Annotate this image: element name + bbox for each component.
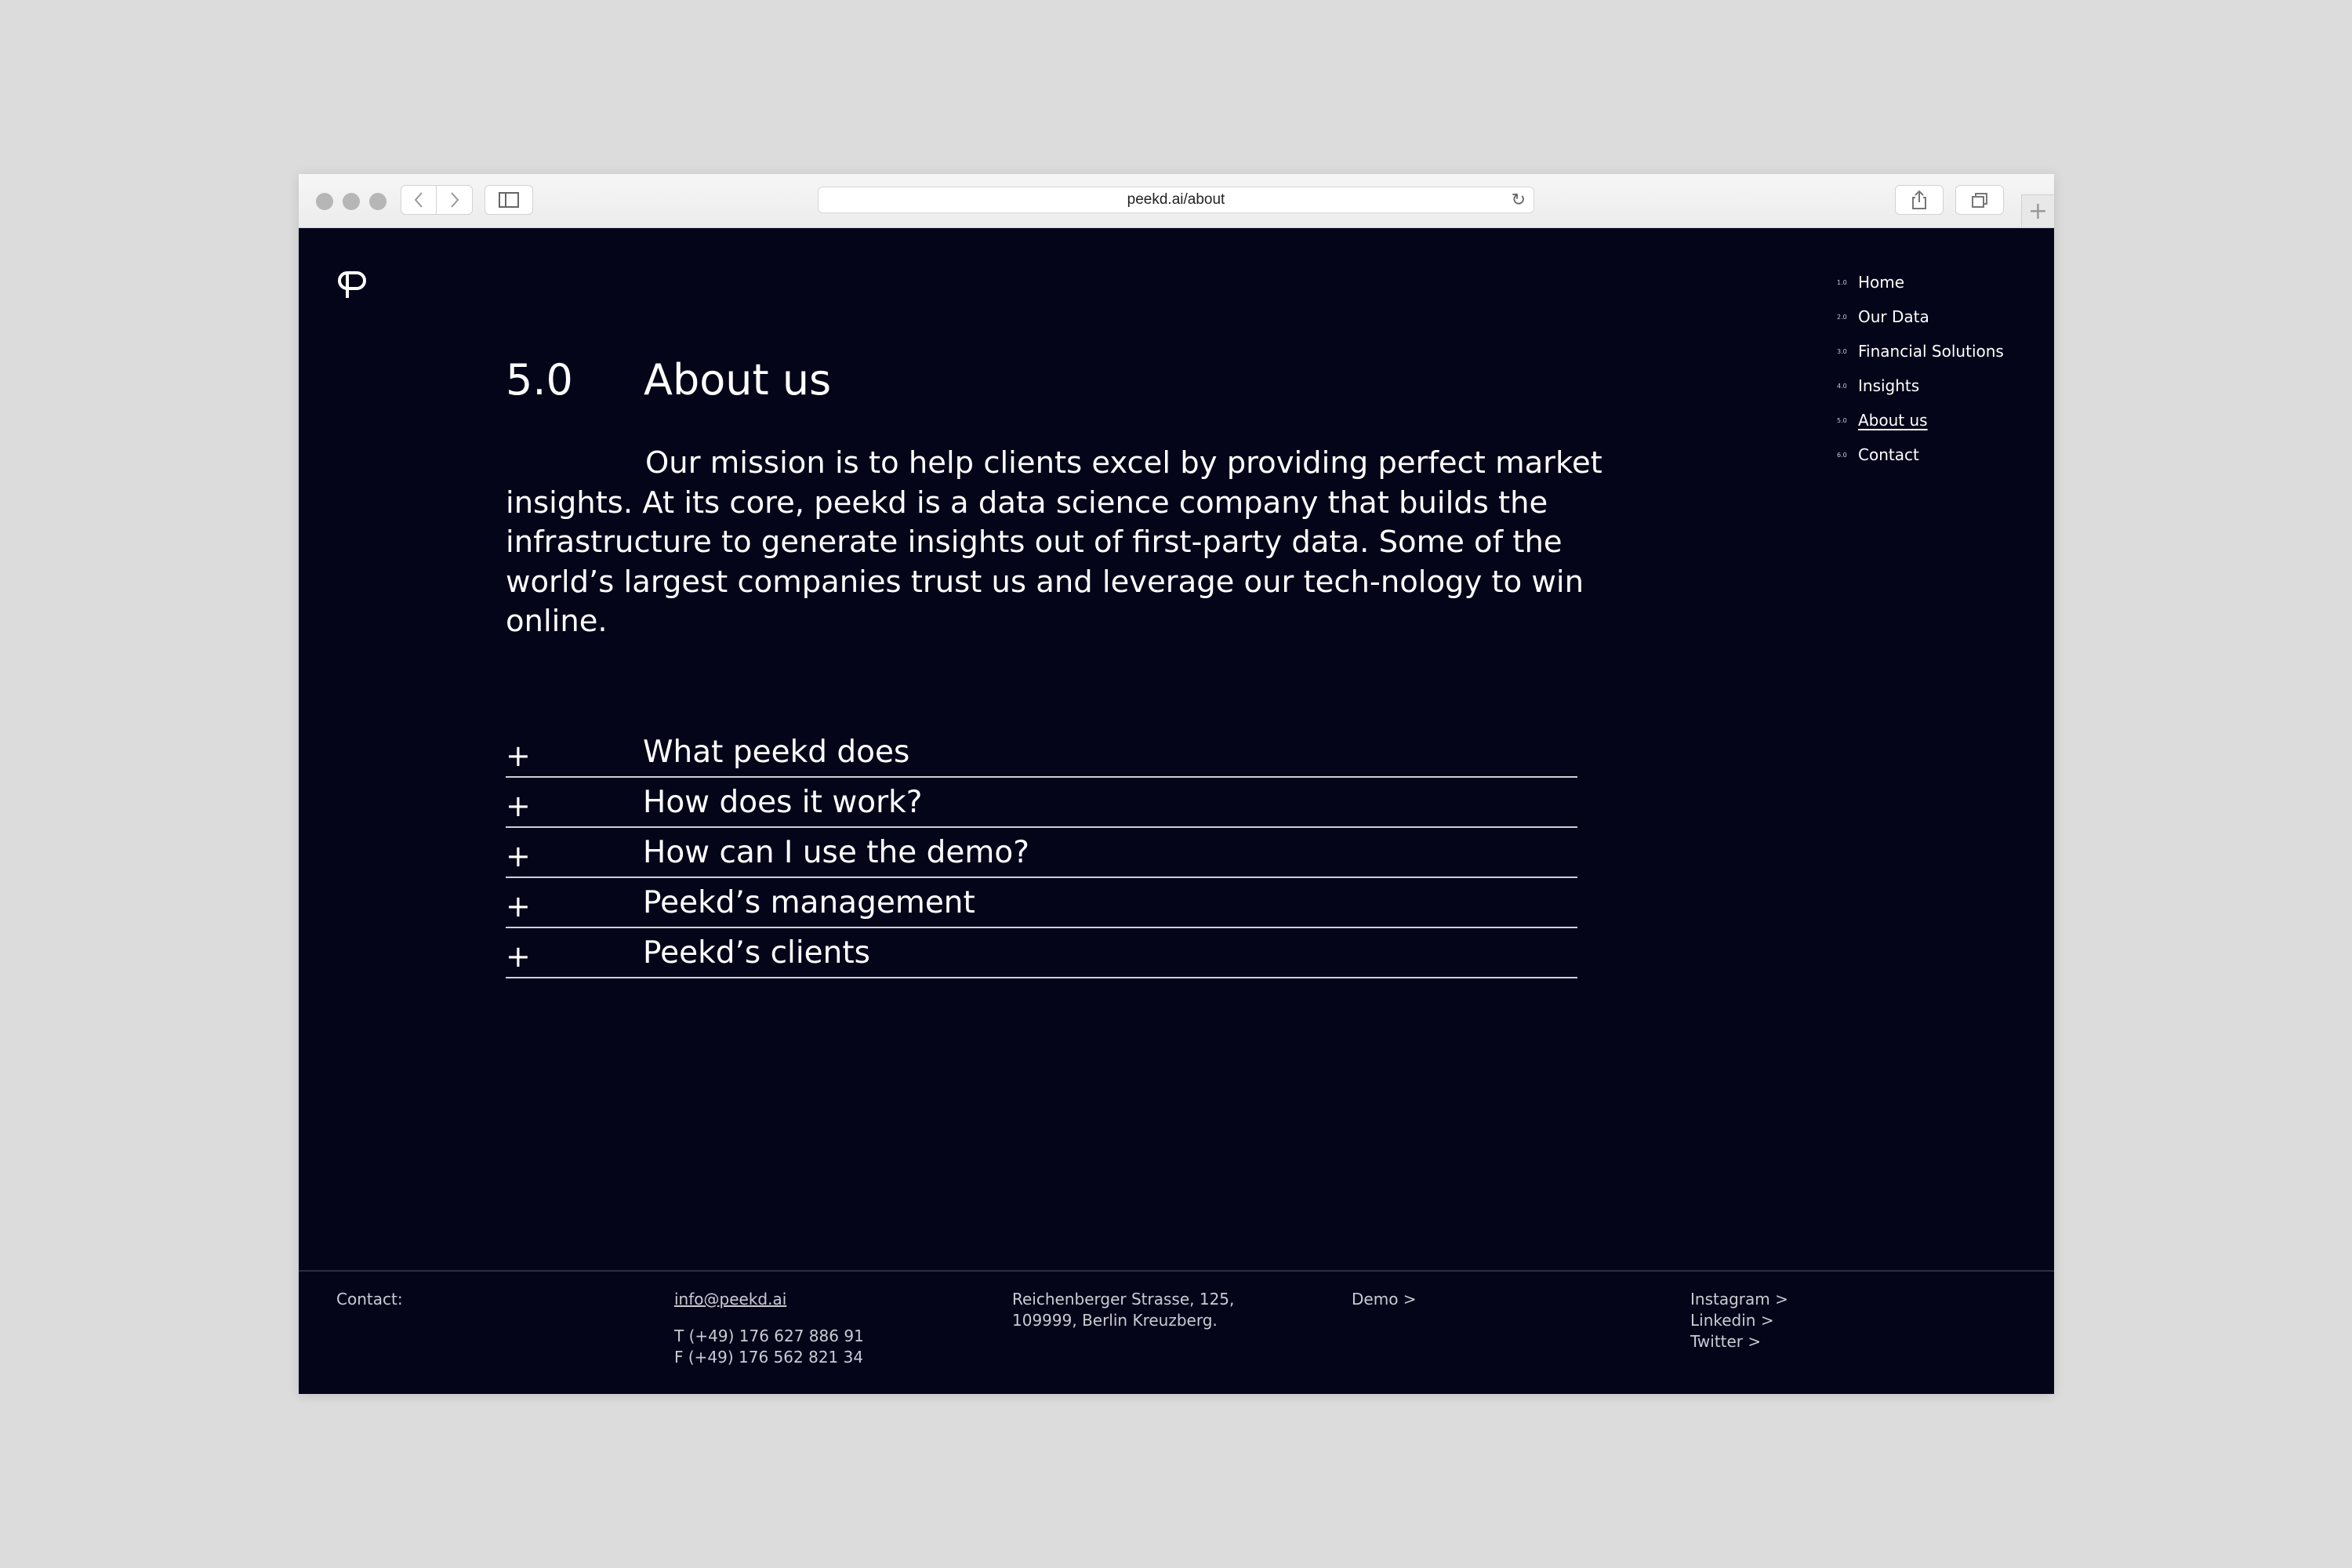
phone-number: T (+49) 176 627 886 91 [674, 1327, 864, 1345]
nav-label: Home [1858, 273, 1905, 292]
nav-label: Insights [1858, 376, 1920, 395]
footer-demo: Demo > [1352, 1289, 1417, 1310]
nav-number: 3.0 [1837, 347, 1847, 355]
mission-statement: Our mission is to help clients excel by … [506, 444, 1603, 642]
plus-icon: + [506, 789, 531, 823]
fax-number: F (+49) 176 562 821 34 [674, 1348, 864, 1367]
share-icon [1912, 190, 1926, 209]
footer-contact-details: info@peekd.ai T (+49) 176 627 886 91 F (… [674, 1289, 864, 1368]
accordion-label: Peekd’s management [643, 885, 975, 920]
peekd-logo-icon[interactable] [335, 263, 369, 299]
browser-window: peekd.ai/about ↻ + 1.0 Home 2.0 Our Data… [299, 174, 2054, 1394]
page-content: 1.0 Home 2.0 Our Data 3.0 Financial Solu… [299, 227, 2054, 1394]
chevron-left-icon [414, 192, 423, 208]
accordion: + What peekd does + How does it work? + … [506, 728, 1577, 978]
plus-icon: + [2027, 198, 2049, 225]
plus-icon: + [506, 889, 531, 924]
nav-item-home[interactable]: 1.0 Home [1837, 265, 2004, 299]
reload-icon[interactable]: ↻ [1512, 191, 1526, 210]
plus-icon: + [506, 839, 531, 873]
address-line: 109999, Berlin Kreuzberg. [1012, 1311, 1218, 1330]
nav-label-active: About us [1858, 411, 1928, 430]
plus-icon: + [506, 739, 531, 773]
new-tab-button[interactable]: + [2021, 194, 2054, 227]
address-line: Reichenberger Strasse, 125, [1012, 1290, 1235, 1308]
footer-social: Instagram > Linkedin > Twitter > [1690, 1289, 1788, 1352]
twitter-link[interactable]: Twitter > [1690, 1331, 1788, 1352]
nav-number: 6.0 [1837, 451, 1847, 459]
nav-item-financial-solutions[interactable]: 3.0 Financial Solutions [1837, 334, 2004, 368]
footer-contact-label: Contact: [336, 1290, 403, 1308]
demo-link[interactable]: Demo > [1352, 1289, 1417, 1310]
section-number: 5.0 [506, 355, 573, 405]
accordion-item-clients[interactable]: + Peekd’s clients [506, 928, 1577, 978]
accordion-item-management[interactable]: + Peekd’s management [506, 878, 1577, 928]
nav-item-contact[interactable]: 6.0 Contact [1837, 437, 2004, 472]
accordion-item-how-does-it-work[interactable]: + How does it work? [506, 778, 1577, 828]
footer: Contact: info@peekd.ai T (+49) 176 627 8… [299, 1270, 2054, 1394]
nav-label: Our Data [1858, 307, 1929, 326]
section-title: About us [644, 355, 832, 405]
address-bar[interactable]: peekd.ai/about ↻ [818, 187, 1534, 213]
share-button[interactable] [1895, 185, 1944, 215]
zoom-window-button[interactable] [369, 193, 387, 210]
accordion-label: How does it work? [643, 785, 923, 820]
nav-number: 1.0 [1837, 278, 1847, 286]
nav-label: Contact [1858, 445, 1919, 464]
sidebar-toggle-button[interactable] [485, 185, 533, 215]
linkedin-link[interactable]: Linkedin > [1690, 1310, 1788, 1331]
chevron-right-icon [450, 192, 459, 208]
close-window-button[interactable] [316, 193, 333, 210]
nav-item-our-data[interactable]: 2.0 Our Data [1837, 299, 2004, 334]
main-nav: 1.0 Home 2.0 Our Data 3.0 Financial Solu… [1837, 265, 2004, 472]
browser-toolbar: peekd.ai/about ↻ + [299, 174, 2054, 228]
back-button[interactable] [401, 185, 437, 215]
accordion-label: What peekd does [643, 735, 910, 770]
accordion-label: How can I use the demo? [643, 835, 1029, 870]
plus-icon: + [506, 939, 531, 974]
accordion-item-use-demo[interactable]: + How can I use the demo? [506, 828, 1577, 878]
nav-label: Financial Solutions [1858, 342, 2004, 361]
instagram-link[interactable]: Instagram > [1690, 1289, 1788, 1310]
accordion-item-what-peekd-does[interactable]: + What peekd does [506, 728, 1577, 778]
email-link[interactable]: info@peekd.ai [674, 1289, 864, 1310]
nav-number: 5.0 [1837, 416, 1847, 424]
url-text: peekd.ai/about [1127, 191, 1225, 208]
forward-button[interactable] [437, 185, 473, 215]
footer-address: Reichenberger Strasse, 125, 109999, Berl… [1012, 1289, 1234, 1331]
accordion-label: Peekd’s clients [643, 935, 871, 971]
sidebar-icon [499, 192, 519, 208]
minimize-window-button[interactable] [343, 193, 360, 210]
nav-item-insights[interactable]: 4.0 Insights [1837, 368, 2004, 403]
nav-number: 2.0 [1837, 313, 1847, 321]
tabs-overview-button[interactable] [1955, 185, 2004, 215]
nav-number: 4.0 [1837, 382, 1847, 390]
nav-item-about-us[interactable]: 5.0 About us [1837, 403, 2004, 437]
tabs-icon [1972, 193, 1987, 208]
mission-text: Our mission is to help clients excel by … [506, 445, 1602, 639]
page-title: 5.0 About us [506, 355, 831, 405]
